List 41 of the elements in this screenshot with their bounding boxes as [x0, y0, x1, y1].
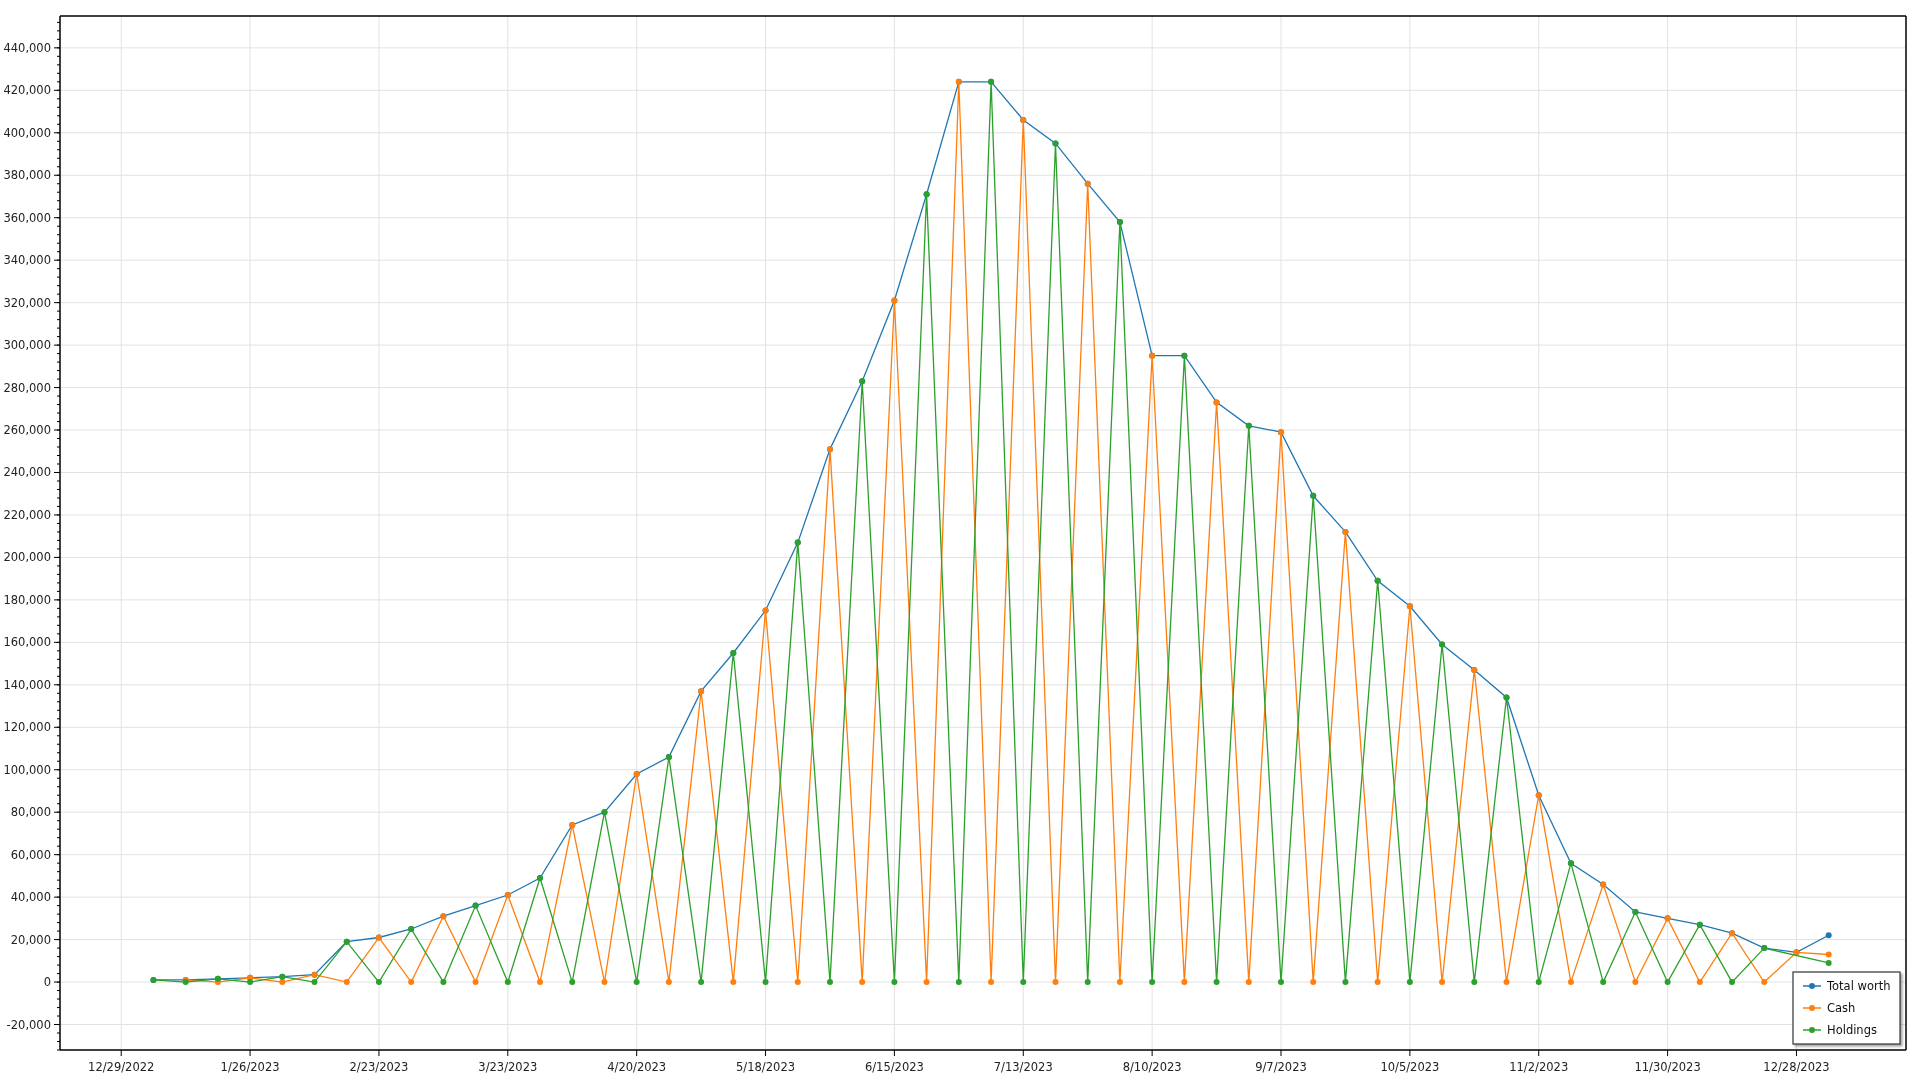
y-tick-label: 0	[43, 975, 51, 990]
y-tick-label: 60,000	[10, 847, 51, 862]
y-tick-label: -20,000	[6, 1017, 51, 1032]
y-tick-label: 320,000	[3, 295, 51, 310]
y-tick-label: 40,000	[10, 890, 51, 905]
x-tick-label: 8/10/2023	[1122, 1060, 1182, 1074]
x-tick-label: 6/15/2023	[864, 1060, 924, 1074]
y-tick-label: 300,000	[3, 338, 51, 353]
x-tick-label: 5/18/2023	[736, 1060, 795, 1074]
y-tick-label: 120,000	[3, 720, 51, 735]
y-tick-label: 260,000	[3, 423, 51, 437]
x-tick-label: 11/2/2023	[1509, 1060, 1569, 1074]
y-tick-label: 440,000	[3, 40, 51, 55]
x-tick-label: 9/7/2023	[1255, 1060, 1307, 1074]
y-tick-label: 280,000	[3, 380, 51, 395]
y-tick-label: 160,000	[3, 635, 51, 650]
x-tick-label: 1/26/2023	[220, 1060, 280, 1074]
y-tick-label: 240,000	[3, 465, 51, 480]
y-tick-label: 180,000	[3, 592, 51, 607]
y-tick-label: 380,000	[3, 168, 51, 183]
y-tick-label: 360,000	[3, 210, 51, 225]
legend-label: Total worth	[1827, 979, 1891, 993]
y-tick-label: 20,000	[10, 932, 51, 947]
legend-label: Holdings	[1827, 1023, 1877, 1037]
x-tick-label: 4/20/2023	[607, 1060, 667, 1074]
y-tick-label: 400,000	[3, 125, 51, 140]
y-tick-label: 340,000	[3, 253, 51, 268]
x-tick-label: 11/30/2023	[1634, 1060, 1701, 1074]
x-tick-label: 7/13/2023	[993, 1060, 1053, 1074]
legend-label: Cash	[1827, 1001, 1856, 1015]
x-tick-label: 10/5/2023	[1380, 1060, 1440, 1074]
x-tick-label: 12/28/2023	[1763, 1060, 1830, 1074]
y-tick-label: 80,000	[10, 805, 51, 820]
x-tick-label: 3/23/2023	[478, 1060, 538, 1074]
y-tick-label: 220,000	[3, 507, 51, 522]
y-tick-label: 200,000	[3, 550, 51, 565]
x-tick-label: 12/29/2022	[88, 1060, 155, 1074]
y-tick-label: 140,000	[3, 677, 51, 692]
x-tick-label: 2/23/2023	[349, 1060, 409, 1074]
y-tick-label: 100,000	[3, 762, 51, 777]
y-tick-label: 420,000	[3, 83, 51, 98]
